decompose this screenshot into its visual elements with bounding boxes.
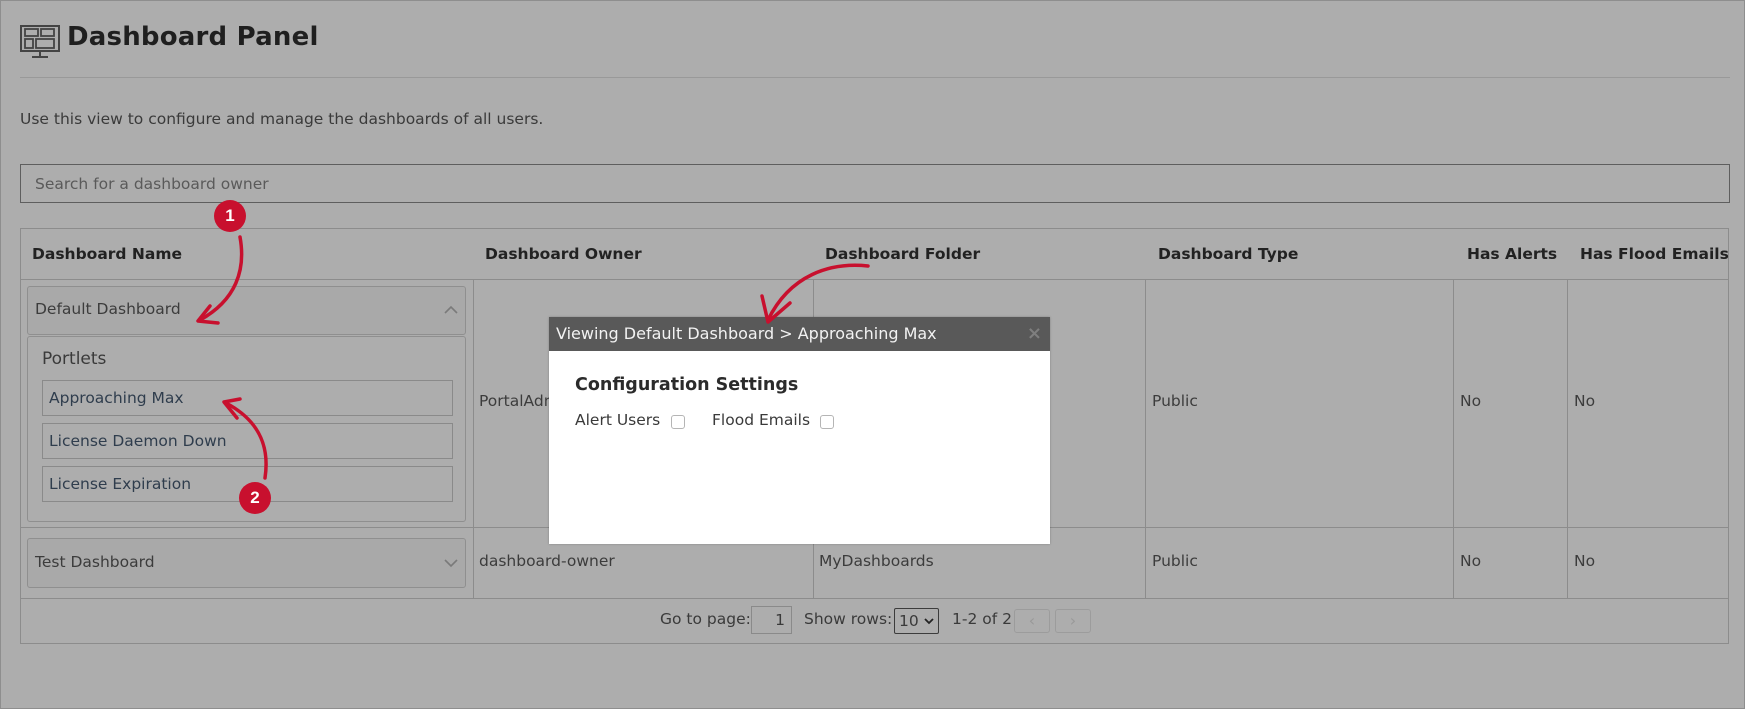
show-rows-label: Show rows: xyxy=(804,610,893,628)
folder-cell: MyDashboards xyxy=(819,552,934,570)
prev-page-button[interactable]: ‹ xyxy=(1014,609,1050,633)
portlets-label: Portlets xyxy=(42,349,107,369)
annotation-badge-2: 2 xyxy=(239,482,271,514)
page-description: Use this view to configure and manage th… xyxy=(20,110,544,128)
column-divider xyxy=(473,279,474,599)
chevron-up-icon xyxy=(444,305,458,314)
owner-search-box[interactable] xyxy=(20,164,1730,203)
dashboard-name: Test Dashboard xyxy=(35,553,155,571)
owner-cell: dashboard-owner xyxy=(479,552,615,570)
page-range: 1-2 of 2 xyxy=(952,610,1012,628)
portlet-item-license-daemon-down[interactable]: License Daemon Down xyxy=(42,423,453,459)
has-alerts-cell: No xyxy=(1460,392,1482,410)
dashboard-name: Default Dashboard xyxy=(35,300,181,318)
column-divider xyxy=(1567,279,1568,599)
column-header-has-flood-emails[interactable]: Has Flood Emails xyxy=(1580,229,1729,279)
portlet-item-approaching-max[interactable]: Approaching Max xyxy=(42,380,453,416)
chevron-down-icon xyxy=(444,559,458,568)
alert-users-label: Alert Users xyxy=(575,411,661,429)
column-header-owner[interactable]: Dashboard Owner xyxy=(485,229,642,279)
dashboard-monitor-icon xyxy=(20,25,60,58)
next-page-button[interactable]: › xyxy=(1055,609,1091,633)
type-cell: Public xyxy=(1152,392,1198,410)
column-divider xyxy=(1453,279,1454,599)
column-header-name[interactable]: Dashboard Name xyxy=(32,229,182,279)
alert-users-checkbox[interactable] xyxy=(671,415,685,429)
chevron-down-icon xyxy=(924,618,934,625)
has-flood-emails-cell: No xyxy=(1574,392,1596,410)
portlet-config-modal: Viewing Default Dashboard > Approaching … xyxy=(549,317,1050,544)
configuration-settings-heading: Configuration Settings xyxy=(575,375,799,395)
chevron-right-icon: › xyxy=(1069,611,1077,630)
column-divider xyxy=(1145,279,1146,599)
page-title: Dashboard Panel xyxy=(67,22,319,52)
pagination-bar: Go to page: 1 Show rows: 10 1-2 of 2 ‹ › xyxy=(21,606,1728,636)
modal-header: Viewing Default Dashboard > Approaching … xyxy=(549,317,1050,351)
dashboard-toggle-test[interactable]: Test Dashboard xyxy=(27,538,466,588)
footer-divider xyxy=(21,598,1728,599)
flood-emails-label: Flood Emails xyxy=(712,411,811,429)
title-divider xyxy=(20,77,1730,78)
column-header-type[interactable]: Dashboard Type xyxy=(1158,229,1298,279)
type-cell: Public xyxy=(1152,552,1198,570)
show-rows-select[interactable]: 10 xyxy=(894,608,939,634)
dashboard-toggle-default[interactable]: Default Dashboard xyxy=(27,286,466,335)
flood-emails-checkbox[interactable] xyxy=(820,415,834,429)
chevron-left-icon: ‹ xyxy=(1028,611,1036,630)
goto-page-input[interactable]: 1 xyxy=(751,606,792,634)
column-header-has-alerts[interactable]: Has Alerts xyxy=(1467,229,1557,279)
has-flood-emails-cell: No xyxy=(1574,552,1596,570)
owner-search-input[interactable] xyxy=(21,165,1729,202)
modal-title: Viewing Default Dashboard > Approaching … xyxy=(556,324,937,343)
goto-page-label: Go to page: xyxy=(660,610,751,628)
header-divider xyxy=(21,279,1728,280)
column-header-folder[interactable]: Dashboard Folder xyxy=(825,229,980,279)
show-rows-value: 10 xyxy=(899,612,919,630)
close-icon[interactable]: × xyxy=(1027,317,1042,351)
annotation-badge-1: 1 xyxy=(214,200,246,232)
has-alerts-cell: No xyxy=(1460,552,1482,570)
